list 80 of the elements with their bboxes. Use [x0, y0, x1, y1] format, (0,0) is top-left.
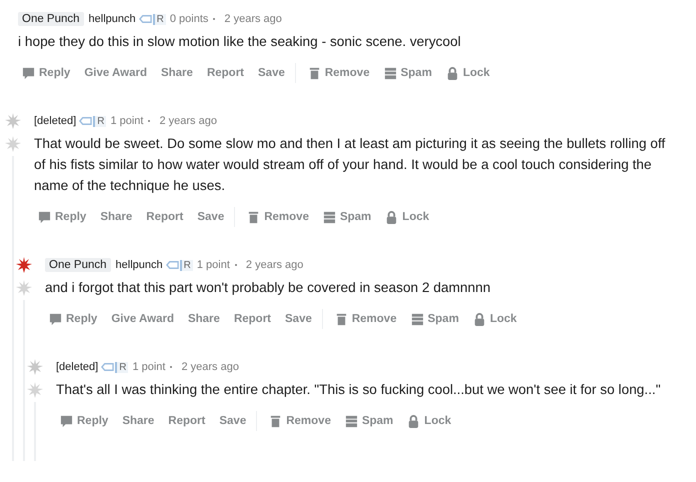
reply-button[interactable]: Reply [34, 205, 90, 229]
separator-dot [170, 366, 172, 368]
spam-button[interactable]: Spam [340, 409, 398, 433]
reply-button[interactable]: Reply [18, 61, 74, 85]
score: 1 point [132, 361, 166, 373]
starburst-icon [5, 136, 21, 152]
starburst-icon [27, 382, 43, 398]
comment-text: That's all I was thinking the entire chapter. "This is so fucking cool...but we won't see it for so long..." [56, 381, 662, 399]
separator-dot [234, 264, 237, 266]
trash-icon [308, 66, 321, 80]
username[interactable]: hellpunch [88, 13, 136, 25]
avatar-icon[interactable] [16, 257, 32, 273]
username[interactable]: hellpunch [116, 259, 163, 271]
timestamp[interactable]: 2 years ago [159, 115, 217, 127]
action-link[interactable]: Share [184, 307, 224, 331]
tag-icon [101, 362, 114, 372]
action-link[interactable]: Share [156, 61, 197, 85]
reply-button[interactable]: Reply [45, 307, 102, 331]
stack-icon [344, 414, 358, 428]
action-link[interactable]: Report [164, 409, 210, 433]
comment-text: That would be sweet. Do some slow mo and then I at least am picturing it as seeing the bullets rolling off of his fists similar to how water would stream off of your hand. It would be a cool touch considering the name of the technique he uses. [34, 135, 666, 195]
user-flair: One Punch [18, 12, 84, 26]
trash-icon [269, 414, 282, 428]
action-link[interactable]: Report [142, 205, 188, 229]
trash-icon [334, 312, 348, 326]
lock-button[interactable]: Lock [442, 61, 494, 85]
user-badge: R [93, 116, 106, 126]
action-link[interactable]: Share [96, 205, 136, 229]
separator-dot [213, 18, 216, 20]
comment-text: and i forgot that this part won't probably be covered in season 2 damnnnn [45, 279, 492, 297]
speech-bubble-icon [60, 414, 73, 428]
tag-icon [79, 116, 92, 126]
spam-button[interactable]: Spam [406, 307, 463, 331]
spam-button[interactable]: Spam [318, 205, 376, 229]
timestamp[interactable]: 2 years ago [224, 13, 282, 25]
tag-icon [138, 14, 152, 24]
lock-icon [407, 414, 420, 428]
action-link[interactable]: Report [230, 307, 275, 331]
remove-button[interactable]: Remove [304, 61, 374, 85]
speech-bubble-icon [22, 66, 35, 80]
remove-button[interactable]: Remove [330, 307, 401, 331]
action-link[interactable]: Report [202, 61, 248, 85]
lock-icon [385, 210, 398, 224]
score: 1 point [110, 115, 144, 127]
separator-dot [148, 120, 150, 122]
user-badge: R [152, 14, 166, 24]
lock-button[interactable]: Lock [381, 205, 434, 229]
user-badge: R [115, 362, 128, 372]
action-link[interactable]: Give Award [80, 61, 151, 85]
action-link[interactable]: Save [215, 409, 250, 433]
action-link[interactable]: Save [254, 61, 289, 85]
timestamp[interactable]: 2 years ago [246, 259, 304, 271]
remove-button[interactable]: Remove [243, 205, 313, 229]
lock-icon [472, 312, 486, 326]
timestamp[interactable]: 2 years ago [181, 361, 239, 373]
username[interactable]: [deleted] [34, 115, 76, 127]
action-link[interactable]: Save [193, 205, 228, 229]
score: 1 point [196, 259, 230, 271]
comment-text: i hope they do this in slow motion like the seaking - sonic scene. verycool [18, 33, 462, 51]
user-flair: One Punch [45, 258, 111, 272]
speech-bubble-icon [49, 312, 62, 326]
lock-button[interactable]: Lock [403, 409, 456, 433]
user-badge: R [180, 260, 193, 270]
lock-icon [446, 66, 459, 80]
stack-icon [384, 66, 397, 80]
tag-icon [166, 260, 179, 270]
remove-button[interactable]: Remove [265, 409, 335, 433]
score: 0 points [170, 13, 208, 25]
reply-button[interactable]: Reply [56, 409, 112, 433]
action-link[interactable]: Share [118, 409, 158, 433]
trash-icon [247, 210, 260, 224]
starburst-icon [16, 280, 32, 296]
stack-icon [322, 210, 336, 224]
username[interactable]: [deleted] [56, 361, 98, 373]
stack-icon [410, 312, 424, 326]
action-link[interactable]: Save [281, 307, 316, 331]
lock-button[interactable]: Lock [468, 307, 521, 331]
speech-bubble-icon [38, 210, 51, 224]
spam-button[interactable]: Spam [380, 61, 436, 85]
action-link[interactable]: Give Award [107, 307, 178, 331]
